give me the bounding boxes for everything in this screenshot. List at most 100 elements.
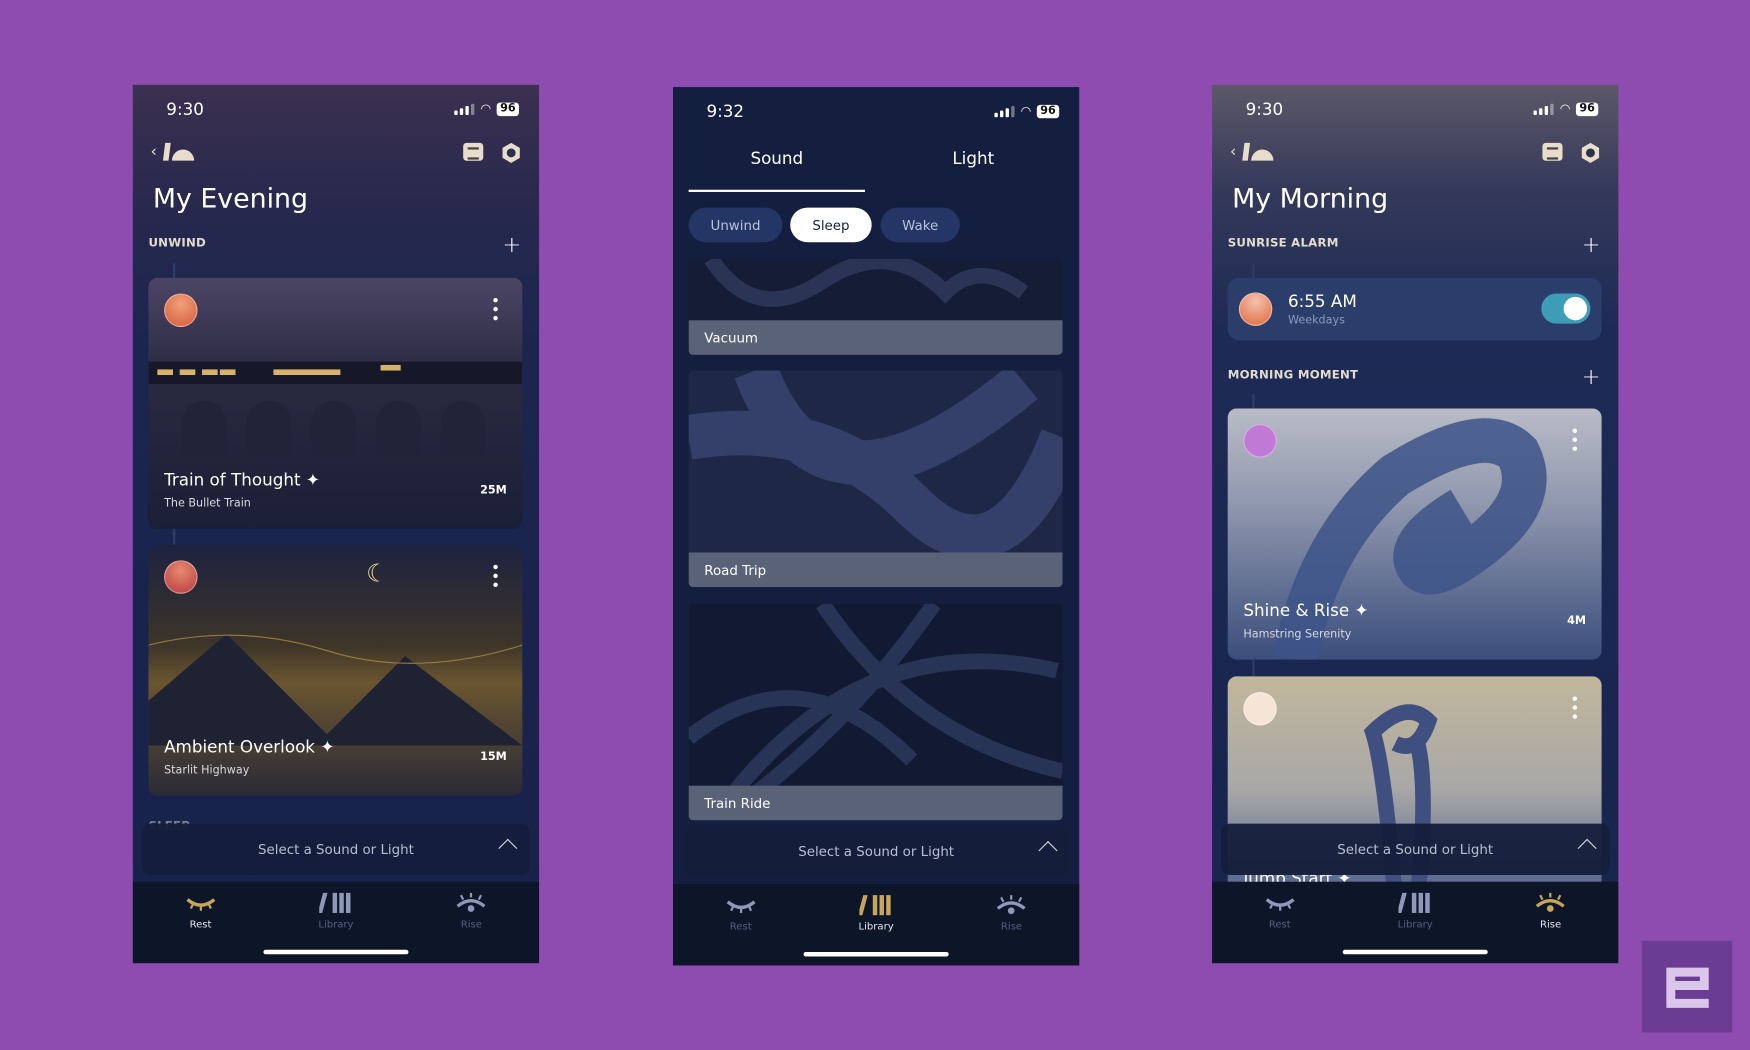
battery-level: 96 <box>1036 104 1060 118</box>
moon-icon: ☾ <box>366 560 389 589</box>
segment-light[interactable]: Light <box>885 148 1061 168</box>
closed-eye-icon <box>1265 898 1295 911</box>
messages-icon[interactable] <box>463 142 484 161</box>
wifi-icon: ◠ <box>1020 103 1032 119</box>
chevron-up-icon[interactable] <box>1038 840 1058 860</box>
sound-label: Train Ride <box>688 785 1063 821</box>
light-orb <box>164 293 198 328</box>
library-books-icon <box>859 895 891 916</box>
open-eye-icon <box>1536 892 1566 912</box>
tab-rise[interactable]: Rise <box>421 891 521 964</box>
status-time: 9:32 <box>706 101 745 122</box>
section-label: MORNING MOMENT <box>1227 368 1359 382</box>
phone-evening: 9:30 ◠ 96 ‹ My Evening UNWIND + Train of … <box>132 84 540 964</box>
battery-level: 96 <box>496 102 519 116</box>
battery-level: 96 <box>1576 102 1599 116</box>
card-subtitle: Hamstring Serenity <box>1243 628 1352 641</box>
card-duration: 15M <box>480 751 507 764</box>
tab-rise[interactable]: Rise <box>1500 891 1600 964</box>
home-indicator <box>263 949 409 955</box>
sparkle-icon: ✦ <box>320 736 335 757</box>
segment-sound[interactable]: Sound <box>689 148 865 168</box>
add-moment-button[interactable]: + <box>1582 365 1601 387</box>
settings-icon[interactable] <box>1581 142 1600 163</box>
page-title: My Evening <box>152 183 309 215</box>
more-options-icon[interactable] <box>493 564 498 588</box>
train-illustration <box>148 361 523 457</box>
now-playing-sheet[interactable]: Select a Sound or Light <box>1221 823 1610 876</box>
moment-card[interactable]: Shine & Rise ✦ Hamstring Serenity 4M <box>1227 408 1602 660</box>
tab-rest[interactable]: Rest <box>1230 891 1330 964</box>
sound-card[interactable]: Train Ride <box>688 603 1063 821</box>
section-label: UNWIND <box>148 236 206 251</box>
card-subtitle: Starlit Highway <box>164 764 250 777</box>
sheet-label: Select a Sound or Light <box>258 841 414 858</box>
card-title: Train of Thought ✦ <box>164 469 320 490</box>
open-eye-icon <box>997 895 1026 915</box>
card-title: Shine & Rise ✦ <box>1243 600 1369 621</box>
more-options-icon[interactable] <box>1572 428 1578 451</box>
page-title: My Morning <box>1232 183 1389 215</box>
back-button[interactable]: ‹ <box>151 141 194 161</box>
alarm-card[interactable]: 6:55 AM Weekdays <box>1227 277 1602 341</box>
more-options-icon[interactable] <box>1572 696 1578 719</box>
light-orb <box>1238 292 1273 326</box>
home-indicator <box>1342 949 1488 955</box>
light-orb <box>1243 424 1277 458</box>
card-duration: 4M <box>1567 614 1586 628</box>
alarm-toggle[interactable] <box>1541 293 1591 324</box>
add-alarm-button[interactable]: + <box>1582 233 1601 255</box>
chip-wake[interactable]: Wake <box>880 207 960 243</box>
sparkle-icon: ✦ <box>1354 600 1369 621</box>
chevron-up-icon[interactable] <box>498 838 518 858</box>
messages-icon[interactable] <box>1542 142 1563 161</box>
wifi-icon: ◠ <box>1559 101 1571 117</box>
tracks-illustration <box>688 603 1063 794</box>
segment-underline <box>688 189 865 192</box>
moment-card[interactable]: Train of Thought ✦ The Bullet Train 25M <box>148 277 523 530</box>
wifi-icon: ◠ <box>480 101 492 117</box>
library-books-icon <box>319 892 351 913</box>
status-icons: ◠ 96 <box>454 101 519 117</box>
moment-card[interactable]: ☾ Ambient Overlook ✦ Starlit Highway 15M <box>148 544 523 796</box>
home-indicator <box>803 952 949 957</box>
engadget-logo <box>1641 940 1733 1033</box>
tab-rest[interactable]: Rest <box>690 893 790 966</box>
chip-sleep[interactable]: Sleep <box>790 207 872 243</box>
open-eye-icon <box>456 892 486 912</box>
light-orb <box>1243 691 1277 726</box>
status-icons: ◠ 96 <box>994 103 1060 119</box>
signal-icon <box>994 105 1016 117</box>
now-playing-sheet[interactable]: Select a Sound or Light <box>681 825 1071 878</box>
app-logo-icon <box>1241 142 1274 161</box>
status-time: 9:30 <box>1245 99 1284 120</box>
sparkle-icon: ✦ <box>305 469 320 490</box>
signal-icon <box>454 103 475 115</box>
more-options-icon[interactable] <box>493 297 498 321</box>
card-title: Ambient Overlook ✦ <box>164 736 335 757</box>
alarm-days: Weekdays <box>1287 314 1345 328</box>
sound-label: Vacuum <box>688 320 1063 355</box>
card-subtitle: The Bullet Train <box>164 497 251 511</box>
phone-library: 9:32 ◠ 96 Sound Light Unwind Sleep Wake V… <box>673 87 1080 966</box>
tab-rise[interactable]: Rise <box>961 893 1061 966</box>
sound-card[interactable]: Road Trip <box>688 370 1063 588</box>
sheet-label: Select a Sound or Light <box>798 843 955 860</box>
sound-card[interactable]: Vacuum <box>688 258 1063 355</box>
sheet-label: Select a Sound or Light <box>1337 841 1494 858</box>
tab-rest[interactable]: Rest <box>150 891 250 964</box>
settings-icon[interactable] <box>502 142 520 163</box>
card-duration: 25M <box>480 484 507 497</box>
chevron-up-icon[interactable] <box>1577 838 1597 858</box>
back-button[interactable]: ‹ <box>1230 141 1274 161</box>
alarm-time: 6:55 AM <box>1287 291 1357 312</box>
light-orb <box>164 560 198 594</box>
hose-illustration <box>704 258 1029 307</box>
chip-unwind[interactable]: Unwind <box>688 207 783 243</box>
phone-morning: 9:30 ◠ 96 ‹ My Morning SUNRISE ALARM + 6:… <box>1212 84 1619 964</box>
library-books-icon <box>1398 892 1430 913</box>
roads-illustration <box>688 370 1063 560</box>
add-button[interactable]: + <box>503 233 522 255</box>
now-playing-sheet[interactable]: Select a Sound or Light <box>141 823 531 876</box>
desert-illustration <box>148 633 523 746</box>
